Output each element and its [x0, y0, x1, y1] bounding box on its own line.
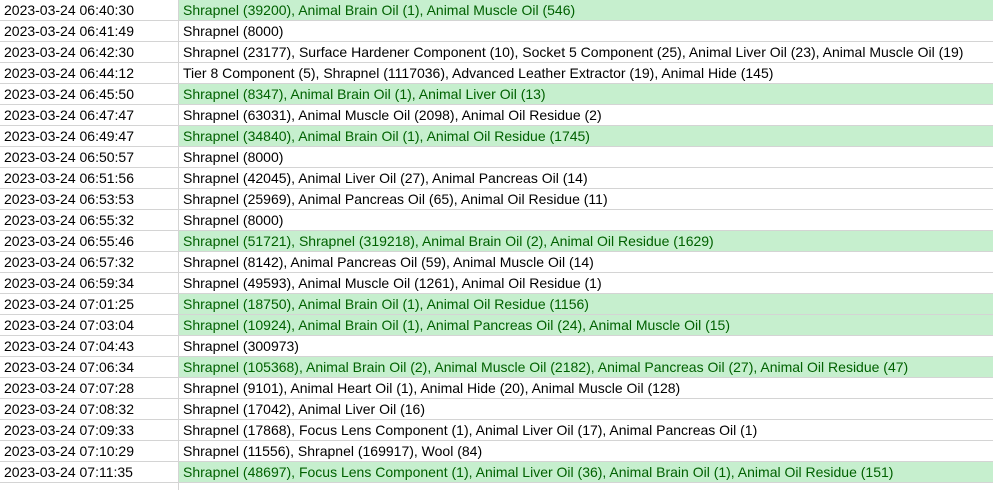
table-row: 2023-03-24 06:47:47 Shrapnel (63031), An…: [0, 105, 993, 126]
table-row: 2023-03-24 07:11:35 Shrapnel (48697), Fo…: [0, 462, 993, 483]
table-row: 2023-03-24 06:55:32 Shrapnel (8000): [0, 210, 993, 231]
table-row: 2023-03-24 06:55:46 Shrapnel (51721), Sh…: [0, 231, 993, 252]
items-cell[interactable]: Shrapnel (63031), Animal Muscle Oil (209…: [179, 105, 993, 125]
items-cell[interactable]: Shrapnel (42045), Animal Liver Oil (27),…: [179, 168, 993, 188]
table-row-partial: [0, 483, 993, 490]
items-cell-empty[interactable]: [179, 483, 993, 490]
timestamp-cell[interactable]: 2023-03-24 07:07:28: [0, 378, 179, 398]
items-cell[interactable]: Shrapnel (25969), Animal Pancreas Oil (6…: [179, 189, 993, 209]
items-cell[interactable]: Shrapnel (8347), Animal Brain Oil (1), A…: [179, 84, 993, 104]
timestamp-cell[interactable]: 2023-03-24 07:03:04: [0, 315, 179, 335]
spreadsheet-grid: 2023-03-24 06:40:30 Shrapnel (39200), An…: [0, 0, 993, 490]
timestamp-cell[interactable]: 2023-03-24 06:44:12: [0, 63, 179, 83]
timestamp-cell[interactable]: 2023-03-24 06:49:47: [0, 126, 179, 146]
timestamp-cell[interactable]: 2023-03-24 06:45:50: [0, 84, 179, 104]
table-row: 2023-03-24 06:44:12 Tier 8 Component (5)…: [0, 63, 993, 84]
timestamp-cell[interactable]: 2023-03-24 06:40:30: [0, 0, 179, 20]
items-cell[interactable]: Shrapnel (39200), Animal Brain Oil (1), …: [179, 0, 993, 20]
table-row: 2023-03-24 06:51:56 Shrapnel (42045), An…: [0, 168, 993, 189]
items-cell[interactable]: Shrapnel (9101), Animal Heart Oil (1), A…: [179, 378, 993, 398]
items-cell[interactable]: Shrapnel (8000): [179, 210, 993, 230]
table-row: 2023-03-24 07:06:34 Shrapnel (105368), A…: [0, 357, 993, 378]
items-cell[interactable]: Shrapnel (34840), Animal Brain Oil (1), …: [179, 126, 993, 146]
table-row: 2023-03-24 06:57:32 Shrapnel (8142), Ani…: [0, 252, 993, 273]
table-row: 2023-03-24 07:04:43 Shrapnel (300973): [0, 336, 993, 357]
timestamp-cell[interactable]: 2023-03-24 07:01:25: [0, 294, 179, 314]
table-row: 2023-03-24 07:10:29 Shrapnel (11556), Sh…: [0, 441, 993, 462]
items-cell[interactable]: Shrapnel (11556), Shrapnel (169917), Woo…: [179, 441, 993, 461]
table-row: 2023-03-24 06:42:30 Shrapnel (23177), Su…: [0, 42, 993, 63]
items-cell[interactable]: Shrapnel (49593), Animal Muscle Oil (126…: [179, 273, 993, 293]
items-cell[interactable]: Shrapnel (17868), Focus Lens Component (…: [179, 420, 993, 440]
items-cell[interactable]: Shrapnel (51721), Shrapnel (319218), Ani…: [179, 231, 993, 251]
table-row: 2023-03-24 07:08:32 Shrapnel (17042), An…: [0, 399, 993, 420]
timestamp-cell[interactable]: 2023-03-24 06:47:47: [0, 105, 179, 125]
items-cell[interactable]: Tier 8 Component (5), Shrapnel (1117036)…: [179, 63, 993, 83]
table-row: 2023-03-24 07:01:25 Shrapnel (18750), An…: [0, 294, 993, 315]
table-row: 2023-03-24 06:50:57 Shrapnel (8000): [0, 147, 993, 168]
timestamp-cell[interactable]: 2023-03-24 06:41:49: [0, 21, 179, 41]
timestamp-cell-empty[interactable]: [0, 483, 179, 490]
timestamp-cell[interactable]: 2023-03-24 07:04:43: [0, 336, 179, 356]
timestamp-cell[interactable]: 2023-03-24 06:50:57: [0, 147, 179, 167]
table-row: 2023-03-24 07:09:33 Shrapnel (17868), Fo…: [0, 420, 993, 441]
timestamp-cell[interactable]: 2023-03-24 07:10:29: [0, 441, 179, 461]
timestamp-cell[interactable]: 2023-03-24 06:57:32: [0, 252, 179, 272]
table-row: 2023-03-24 07:07:28 Shrapnel (9101), Ani…: [0, 378, 993, 399]
timestamp-cell[interactable]: 2023-03-24 06:55:46: [0, 231, 179, 251]
items-cell[interactable]: Shrapnel (300973): [179, 336, 993, 356]
table-row: 2023-03-24 06:40:30 Shrapnel (39200), An…: [0, 0, 993, 21]
items-cell[interactable]: Shrapnel (105368), Animal Brain Oil (2),…: [179, 357, 993, 377]
timestamp-cell[interactable]: 2023-03-24 06:55:32: [0, 210, 179, 230]
table-row: 2023-03-24 06:59:34 Shrapnel (49593), An…: [0, 273, 993, 294]
timestamp-cell[interactable]: 2023-03-24 07:08:32: [0, 399, 179, 419]
timestamp-cell[interactable]: 2023-03-24 06:51:56: [0, 168, 179, 188]
timestamp-cell[interactable]: 2023-03-24 07:11:35: [0, 462, 179, 482]
timestamp-cell[interactable]: 2023-03-24 07:09:33: [0, 420, 179, 440]
table-row: 2023-03-24 06:53:53 Shrapnel (25969), An…: [0, 189, 993, 210]
items-cell[interactable]: Shrapnel (23177), Surface Hardener Compo…: [179, 42, 993, 62]
timestamp-cell[interactable]: 2023-03-24 06:59:34: [0, 273, 179, 293]
timestamp-cell[interactable]: 2023-03-24 06:53:53: [0, 189, 179, 209]
items-cell[interactable]: Shrapnel (18750), Animal Brain Oil (1), …: [179, 294, 993, 314]
items-cell[interactable]: Shrapnel (8000): [179, 147, 993, 167]
items-cell[interactable]: Shrapnel (48697), Focus Lens Component (…: [179, 462, 993, 482]
table-row: 2023-03-24 06:45:50 Shrapnel (8347), Ani…: [0, 84, 993, 105]
timestamp-cell[interactable]: 2023-03-24 07:06:34: [0, 357, 179, 377]
items-cell[interactable]: Shrapnel (10924), Animal Brain Oil (1), …: [179, 315, 993, 335]
table-row: 2023-03-24 07:03:04 Shrapnel (10924), An…: [0, 315, 993, 336]
items-cell[interactable]: Shrapnel (8142), Animal Pancreas Oil (59…: [179, 252, 993, 272]
items-cell[interactable]: Shrapnel (17042), Animal Liver Oil (16): [179, 399, 993, 419]
items-cell[interactable]: Shrapnel (8000): [179, 21, 993, 41]
table-row: 2023-03-24 06:41:49 Shrapnel (8000): [0, 21, 993, 42]
timestamp-cell[interactable]: 2023-03-24 06:42:30: [0, 42, 179, 62]
table-row: 2023-03-24 06:49:47 Shrapnel (34840), An…: [0, 126, 993, 147]
